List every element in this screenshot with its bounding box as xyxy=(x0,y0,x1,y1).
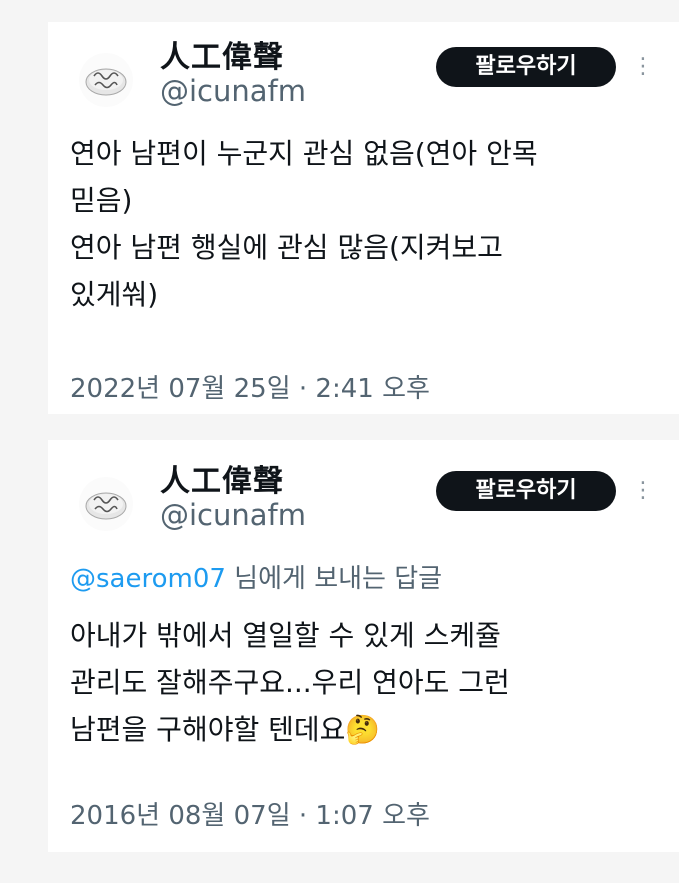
avatar[interactable] xyxy=(78,476,134,532)
reply-context: @saerom07 님에게 보내는 답글 xyxy=(70,558,442,595)
follow-button[interactable]: 팔로우하기 xyxy=(436,471,616,511)
tweet-text: 아내가 밖에서 열일할 수 있게 스케쥴 관리도 잘해주구요...우리 연아도 … xyxy=(70,619,510,746)
tweet-card[interactable]: 人工偉聲 @icunafm 팔로우하기 ⋮ 연아 남편이 누군지 관심 없음(연… xyxy=(48,22,679,414)
tweet-text: 연아 남편이 누군지 관심 없음(연아 안목 믿음) 연아 남편 행실에 관심 … xyxy=(70,137,538,311)
reply-mention-link[interactable]: @saerom07 xyxy=(70,564,226,594)
follow-button[interactable]: 팔로우하기 xyxy=(436,47,616,87)
reply-context-label: 님에게 보내는 답글 xyxy=(225,564,443,594)
more-options-icon[interactable]: ⋮ xyxy=(632,47,654,87)
avatar[interactable] xyxy=(78,52,134,108)
user-name[interactable]: 人工偉聲 xyxy=(160,456,284,500)
tweet-timestamp[interactable]: 2016년 08월 07일 · 1:07 오후 xyxy=(70,795,430,832)
user-handle[interactable]: @icunafm xyxy=(160,74,306,108)
more-options-icon[interactable]: ⋮ xyxy=(632,471,654,511)
tweet-timestamp[interactable]: 2022년 07월 25일 · 2:41 오후 xyxy=(70,368,430,405)
avatar-image xyxy=(79,477,133,531)
tweet-card[interactable]: 人工偉聲 @icunafm 팔로우하기 ⋮ @saerom07 님에게 보내는 … xyxy=(48,440,679,852)
avatar-image xyxy=(79,53,133,107)
user-name[interactable]: 人工偉聲 xyxy=(160,32,284,76)
user-handle[interactable]: @icunafm xyxy=(160,498,306,532)
